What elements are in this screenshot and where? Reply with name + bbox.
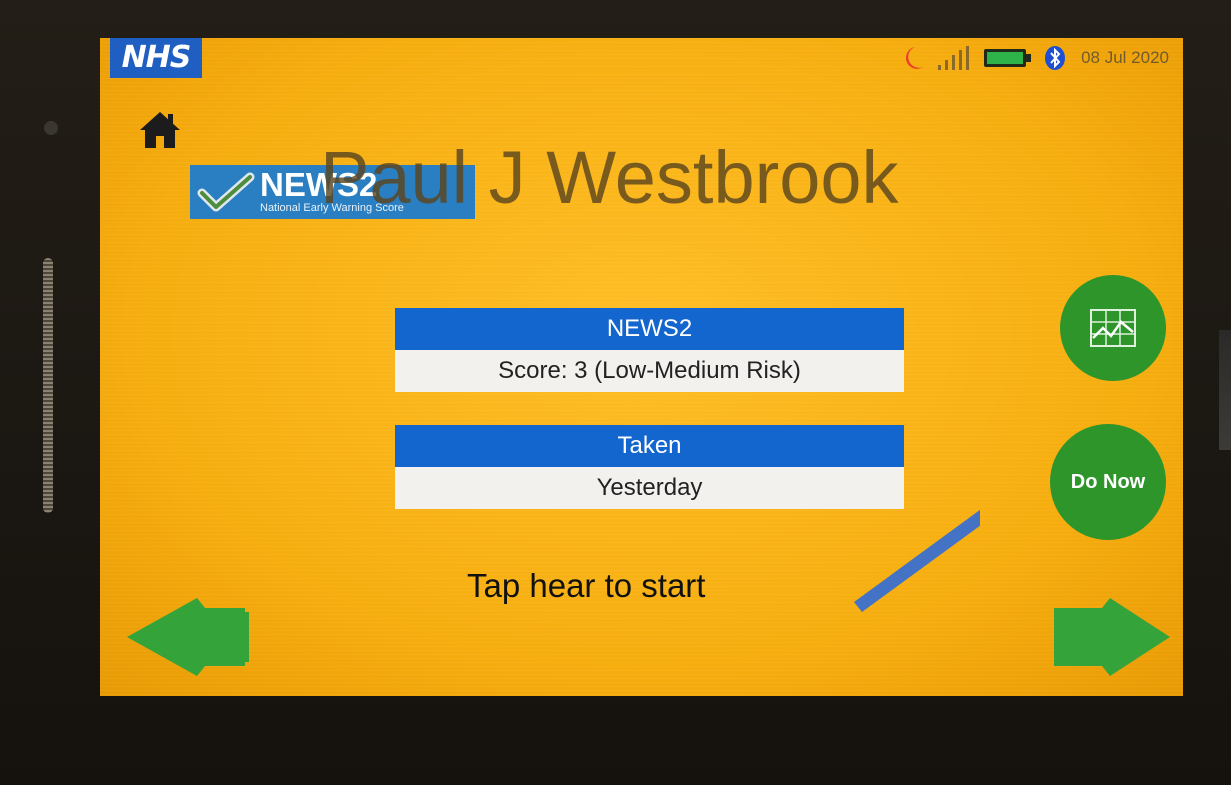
bluetooth-icon — [1045, 46, 1066, 70]
signal-icon — [938, 46, 970, 70]
patient-name: Paul J Westbrook — [320, 136, 899, 219]
battery-icon — [984, 49, 1032, 67]
callout-instruction: Tap hear to start — [467, 567, 706, 604]
side-buttons — [1219, 330, 1231, 450]
news2-score-value: Score: 3 (Low-Medium Risk) — [395, 350, 904, 392]
line-chart-icon — [1090, 309, 1136, 347]
speaker-grille — [43, 258, 53, 513]
arrow-left-icon[interactable] — [127, 598, 255, 676]
moon-icon — [906, 47, 924, 69]
nhs-logo: NHS — [110, 38, 202, 78]
taken-value: Yesterday — [395, 467, 904, 509]
home-icon[interactable] — [138, 108, 182, 152]
taken-card: Taken Yesterday — [395, 425, 904, 509]
do-now-button[interactable]: Do Now — [1050, 424, 1166, 540]
news2-card-heading: NEWS2 — [395, 308, 904, 350]
front-camera — [44, 121, 58, 135]
taken-card-heading: Taken — [395, 425, 904, 467]
status-bar: 08 Jul 2020 — [903, 40, 1169, 76]
status-date: 08 Jul 2020 — [1081, 48, 1169, 67]
news2-score-card: NEWS2 Score: 3 (Low-Medium Risk) — [395, 308, 904, 392]
arrow-right-icon[interactable] — [1050, 598, 1170, 676]
checkmark-icon — [196, 171, 256, 215]
chart-button[interactable] — [1060, 275, 1166, 381]
